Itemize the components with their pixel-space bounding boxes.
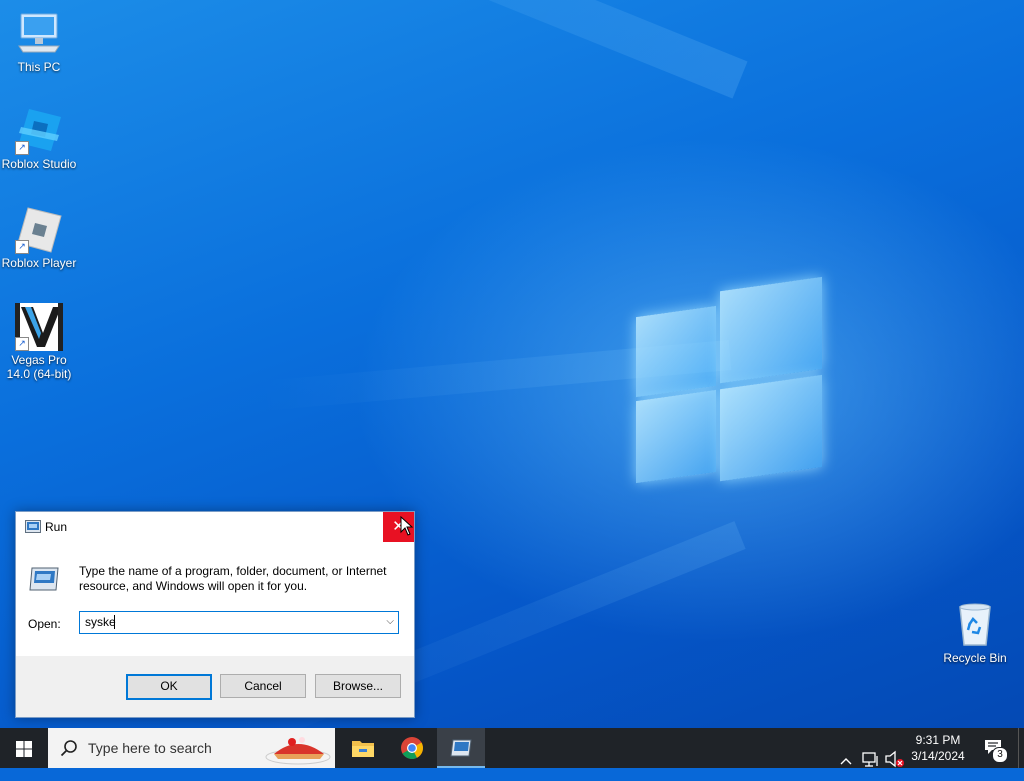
taskbar-file-explorer[interactable] bbox=[339, 728, 387, 768]
cancel-button[interactable]: Cancel bbox=[220, 674, 306, 698]
taskbar-clock[interactable]: 9:31 PM 3/14/2024 bbox=[900, 732, 976, 764]
ok-button[interactable]: OK bbox=[126, 674, 212, 700]
open-input[interactable]: syske bbox=[85, 615, 116, 629]
show-hidden-icons-chevron-up-icon[interactable] bbox=[839, 741, 853, 781]
desktop-icon-label: This PC bbox=[17, 60, 61, 74]
desktop-icon-this-pc[interactable]: This PC bbox=[1, 10, 77, 74]
computer-icon bbox=[15, 10, 63, 58]
run-dialog[interactable]: Run ✕ Type the name of a program, folder… bbox=[15, 511, 415, 718]
desktop-icon-vegas-pro[interactable]: ↗ Vegas Pro 14.0 (64-bit) bbox=[1, 303, 77, 381]
browse-button[interactable]: Browse... bbox=[315, 674, 401, 698]
run-icon bbox=[25, 520, 41, 533]
vegas-pro-icon: ↗ bbox=[15, 303, 63, 351]
run-footer: OK Cancel Browse... bbox=[16, 656, 414, 717]
taskbar-run[interactable] bbox=[437, 728, 485, 768]
desktop-icon-label: Vegas Pro bbox=[11, 353, 67, 367]
mouse-cursor-icon bbox=[400, 516, 414, 536]
taskbar-search-box[interactable]: Type here to search bbox=[48, 728, 335, 768]
search-placeholder: Type here to search bbox=[88, 740, 212, 756]
desktop-icon-label: Roblox Studio bbox=[1, 157, 77, 171]
desktop[interactable]: This PC ↗ Roblox Studio ↗ Roblox Player bbox=[0, 0, 1024, 728]
show-desktop-button[interactable] bbox=[1018, 728, 1024, 768]
clock-time: 9:31 PM bbox=[915, 733, 961, 747]
run-titlebar[interactable]: Run ✕ bbox=[16, 512, 414, 542]
desktop-icon-label: 14.0 (64-bit) bbox=[6, 367, 72, 381]
start-button[interactable] bbox=[0, 728, 48, 768]
desktop-icon-label: Roblox Player bbox=[1, 256, 77, 270]
network-icon[interactable] bbox=[862, 740, 880, 780]
desktop-icon-roblox-player[interactable]: ↗ Roblox Player bbox=[1, 206, 77, 270]
shortcut-arrow-icon: ↗ bbox=[15, 240, 29, 254]
desktop-icon-label: Recycle Bin bbox=[943, 651, 1007, 665]
desktop-icon-recycle-bin[interactable]: Recycle Bin bbox=[937, 601, 1013, 665]
roblox-studio-icon: ↗ bbox=[15, 107, 63, 155]
taskbar-chrome[interactable] bbox=[388, 728, 436, 768]
file-explorer-icon bbox=[352, 741, 374, 757]
notification-count-badge: 3 bbox=[992, 747, 1008, 763]
taskbar: Type here to search 9:31 PM 3/14/2024 3 bbox=[0, 728, 1024, 768]
chrome-icon bbox=[401, 737, 423, 759]
search-icon bbox=[60, 740, 77, 757]
desktop-icon-roblox-studio[interactable]: ↗ Roblox Studio bbox=[1, 107, 77, 171]
roblox-player-icon: ↗ bbox=[15, 206, 63, 254]
windows-logo-wallpaper bbox=[636, 276, 822, 493]
open-combobox[interactable]: syske ⌵ bbox=[79, 611, 399, 634]
shortcut-arrow-icon: ↗ bbox=[15, 141, 29, 155]
text-caret bbox=[114, 615, 115, 629]
run-body: Type the name of a program, folder, docu… bbox=[16, 542, 414, 656]
windows-start-icon bbox=[16, 741, 32, 757]
recycle-bin-icon bbox=[951, 601, 999, 649]
run-icon bbox=[450, 739, 472, 757]
clock-date: 3/14/2024 bbox=[911, 749, 965, 763]
shortcut-arrow-icon: ↗ bbox=[15, 337, 29, 351]
chevron-down-icon[interactable]: ⌵ bbox=[386, 616, 394, 627]
action-center-button[interactable]: 3 bbox=[980, 728, 1010, 768]
search-highlight-pie-icon bbox=[265, 737, 331, 765]
run-description: Type the name of a program, folder, docu… bbox=[79, 564, 387, 593]
open-label: Open: bbox=[28, 617, 61, 631]
run-app-icon bbox=[28, 566, 60, 592]
light-beam bbox=[120, 0, 748, 99]
run-title: Run bbox=[45, 520, 68, 534]
